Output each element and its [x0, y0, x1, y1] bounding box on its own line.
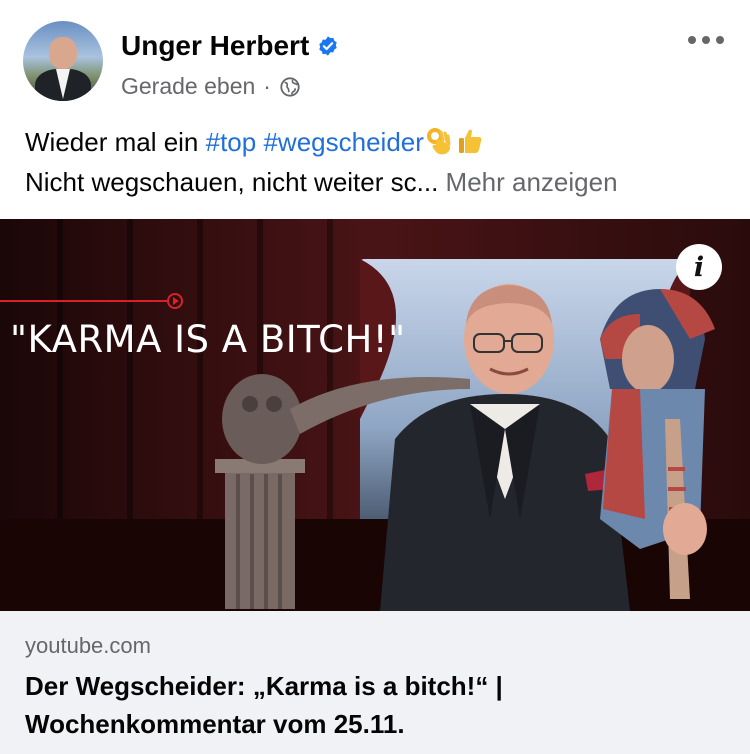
hashtag-top[interactable]: #top: [206, 127, 257, 157]
post-text-line2: Nicht wegschauen, nicht weiter sc... Meh…: [25, 162, 735, 202]
avatar-head: [49, 37, 77, 69]
info-icon[interactable]: i: [676, 244, 722, 290]
thumbnail-scene: [0, 219, 750, 611]
link-title-line1: Der Wegscheider: „Karma is a bitch!“ |: [25, 671, 503, 701]
post-text-truncated: Nicht wegschauen, nicht weiter sc...: [25, 167, 439, 197]
post-text: Wieder mal ein #top #wegscheider Nicht w…: [25, 122, 735, 202]
verified-badge-icon: [319, 36, 337, 56]
post-text-line1: Wieder mal ein #top #wegscheider: [25, 122, 735, 162]
avatar[interactable]: [23, 21, 103, 101]
hashtag-wegscheider[interactable]: #wegscheider: [263, 127, 423, 157]
more-dot: [702, 36, 710, 44]
link-domain: youtube.com: [25, 633, 151, 658]
link-title[interactable]: Der Wegscheider: „Karma is a bitch!“ | W…: [25, 667, 715, 743]
meta-separator: ·: [263, 73, 271, 99]
thumbnail-title-overlay: "KARMA IS A BITCH!": [10, 318, 406, 361]
more-dot: [688, 36, 696, 44]
see-more-link[interactable]: Mehr anzeigen: [446, 167, 618, 197]
video-thumbnail[interactable]: [0, 219, 750, 611]
link-title-line2: Wochenkommentar vom 25.11.: [25, 709, 405, 739]
globe-icon: [280, 76, 300, 97]
thumbs-up-emoji-icon: [458, 129, 482, 153]
post-meta: Gerade eben ·: [121, 73, 301, 100]
ok-hand-emoji-icon: [426, 128, 451, 155]
more-dot: [716, 36, 724, 44]
post-text-prefix: Wieder mal ein: [25, 127, 206, 157]
author-row: Unger Herbert: [121, 29, 339, 63]
more-options-icon[interactable]: [688, 30, 724, 50]
author-name[interactable]: Unger Herbert: [121, 30, 309, 62]
timestamp[interactable]: Gerade eben: [121, 73, 255, 100]
post-header: Unger Herbert Gerade eben ·: [0, 0, 750, 110]
